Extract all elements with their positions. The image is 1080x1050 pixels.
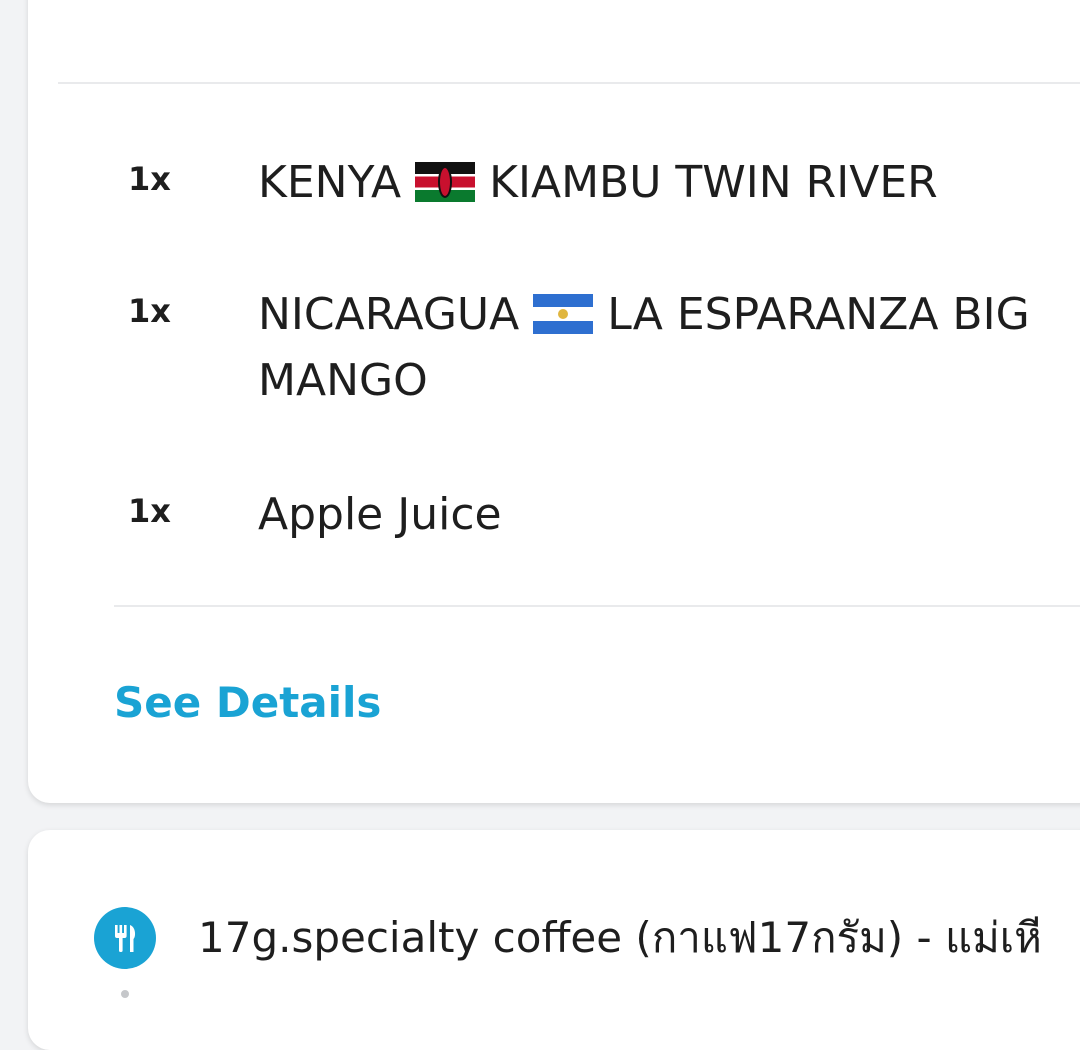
item-quantity: 1x [128, 160, 171, 198]
kenya-flag-icon [415, 162, 476, 202]
cutlery-icon [94, 907, 156, 969]
restaurant-row[interactable]: 17g.specialty coffee (กาแฟ17กรัม) - แม่เ… [94, 905, 1042, 971]
item-name-country: KENYA [258, 157, 402, 208]
item-name-country: NICARAGUA [258, 289, 520, 340]
item-name: Apple Juice [258, 489, 502, 540]
order-items-card: 1x KENYA KIAMBU TWIN RIVER 1x NICARAGUA LA… [28, 0, 1080, 803]
item-name: NICARAGUA LA ESPARANZA BIG MANGO [258, 282, 1078, 414]
divider [58, 82, 1080, 84]
item-quantity: 1x [128, 292, 171, 330]
restaurant-card[interactable]: 17g.specialty coffee (กาแฟ17กรัม) - แม่เ… [28, 830, 1080, 1050]
restaurant-name: 17g.specialty coffee (กาแฟ17กรัม) - แม่เ… [198, 913, 1042, 962]
see-details-link[interactable]: See Details [114, 678, 381, 727]
item-name-farm: KIAMBU TWIN RIVER [489, 157, 938, 208]
timeline-dot [121, 990, 129, 998]
item-quantity: 1x [128, 492, 171, 530]
item-name: KENYA KIAMBU TWIN RIVER [258, 150, 1078, 216]
nicaragua-flag-icon [533, 294, 594, 334]
divider [114, 605, 1080, 607]
